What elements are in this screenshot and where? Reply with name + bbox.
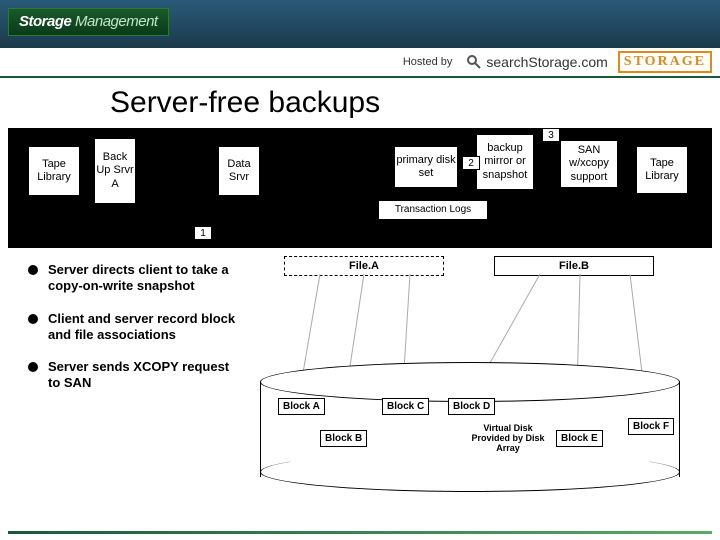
logo-light: Management	[75, 13, 158, 30]
box-transaction-logs: Transaction Logs	[378, 200, 488, 220]
box-tape-library-1: Tape Library	[28, 146, 80, 196]
bullet-list: Server directs client to take a copy-on-…	[0, 252, 240, 502]
block-d: Block D	[448, 398, 495, 415]
block-b: Block B	[320, 430, 367, 447]
num-1: 1	[194, 226, 212, 240]
num-2: 2	[462, 156, 480, 170]
sub-bar: Hosted by searchStorage.com STORAGE	[0, 48, 720, 78]
disk-bottom	[260, 452, 680, 492]
hosted-by-label: Hosted by	[403, 56, 453, 68]
box-backup-server: Back Up Srvr A	[94, 138, 136, 204]
page-title: Server-free backups	[0, 78, 720, 128]
num-3: 3	[542, 128, 560, 142]
search-icon	[466, 54, 482, 70]
bullet-1: Server directs client to take a copy-on-…	[28, 262, 240, 295]
logo: Storage Management	[8, 8, 169, 36]
virtual-disk-label: Virtual Disk Provided by Disk Array	[468, 424, 548, 454]
storage-pill-text: STORAGE	[624, 54, 706, 69]
block-c: Block C	[382, 398, 429, 415]
diagram-top: Tape Library Back Up Srvr A Data Srvr pr…	[8, 128, 712, 248]
block-e: Block E	[556, 430, 603, 447]
block-a: Block A	[278, 398, 325, 415]
storage-pill: STORAGE	[618, 51, 712, 73]
box-tape-library-2: Tape Library	[636, 146, 688, 194]
bullet-3: Server sends XCOPY request to SAN	[28, 359, 240, 392]
diagram-bottom: File.A File.B Block A Block B Block C Bl…	[240, 252, 720, 502]
box-backup-mirror: backup mirror or snapshot	[476, 134, 534, 190]
box-san: SAN w/xcopy support	[560, 140, 618, 188]
bullet-2: Client and server record block and file …	[28, 311, 240, 344]
search-storage-text: searchStorage.com	[486, 54, 607, 70]
logo-bold: Storage	[19, 13, 71, 30]
disk-top	[260, 362, 680, 402]
search-storage-logo: searchStorage.com	[466, 54, 607, 70]
content-row: Server directs client to take a copy-on-…	[0, 252, 720, 502]
footer-rule	[8, 531, 712, 534]
header-bar: Storage Management	[0, 0, 720, 48]
box-primary-disk: primary disk set	[394, 146, 458, 188]
block-f: Block F	[628, 418, 674, 435]
box-data-server: Data Srvr	[218, 146, 260, 196]
